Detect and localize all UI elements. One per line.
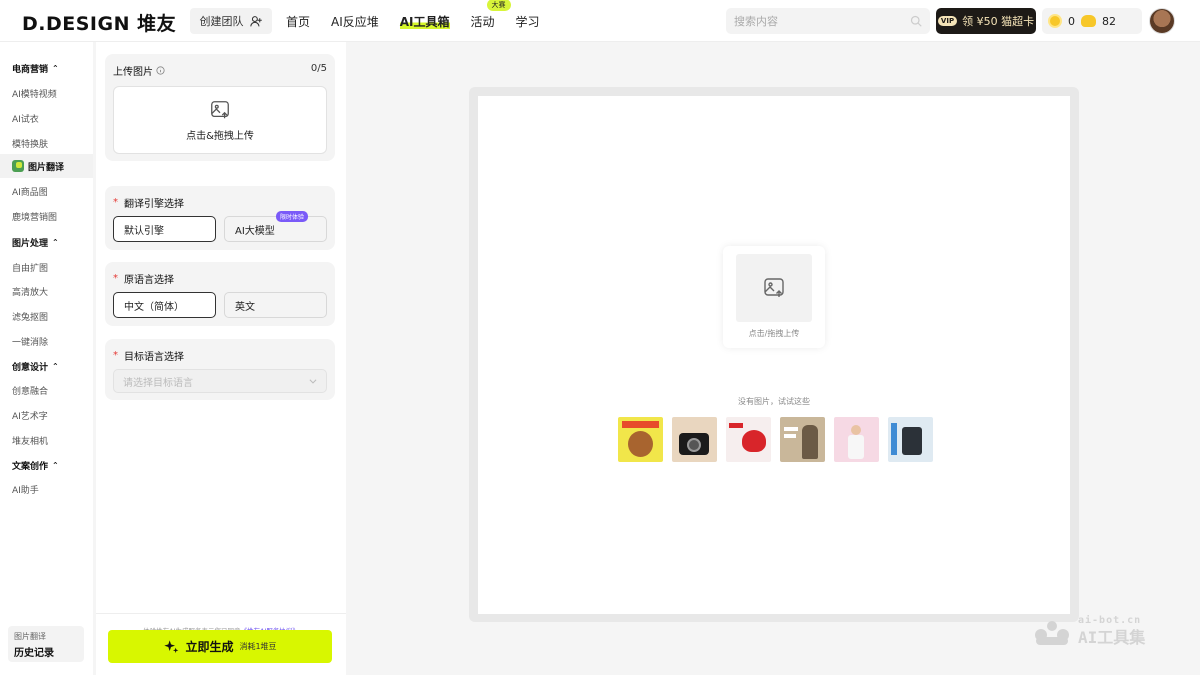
limited-trial-badge: 限时体验 xyxy=(275,211,308,222)
engine-ai-option[interactable]: AI大模型 限时体验 xyxy=(224,211,327,242)
upload-card: 上传图片 0/5 点击&拖拽上传 xyxy=(105,54,335,161)
sidebar-item-ai-model-video[interactable]: AI模特视频 xyxy=(12,87,57,100)
sidebar-item-fusion[interactable]: 创意融合 xyxy=(12,384,48,397)
search-icon[interactable] xyxy=(910,15,922,27)
chevron-up-icon: ⌃ xyxy=(52,362,59,371)
vip-coupon-label: 领 ¥50 猫超卡 xyxy=(962,15,1035,28)
balance-widget[interactable]: 0 82 xyxy=(1042,8,1142,34)
target-language-title: * 目标语言选择 xyxy=(113,350,184,363)
sample-thumbnails xyxy=(618,417,933,462)
upload-dropzone[interactable]: 点击&拖拽上传 xyxy=(113,86,327,154)
engine-card: * 翻译引擎选择 默认引擎 AI大模型 限时体验 xyxy=(105,186,335,250)
chevron-up-icon: ⌃ xyxy=(52,64,59,73)
sample-teddy-bear[interactable] xyxy=(618,417,663,462)
search-placeholder: 搜索内容 xyxy=(734,15,778,28)
sample-camera[interactable] xyxy=(672,417,717,462)
source-en-option[interactable]: 英文 xyxy=(224,292,327,318)
generate-cost: 消耗1堆豆 xyxy=(239,642,277,651)
sidebar-item-art-text[interactable]: AI艺术字 xyxy=(12,409,48,422)
sample-helmet[interactable] xyxy=(726,417,771,462)
sidebar: 电商营销 ⌃ AI模特视频 AI试衣 模特换肤 图片翻译 AI商品图 鹿境营销图 … xyxy=(0,42,93,675)
sidebar-item-image-translate[interactable]: 图片翻译 xyxy=(0,154,93,178)
coin-count: 0 xyxy=(1068,14,1075,28)
translate-icon xyxy=(12,160,24,172)
try-samples-label: 没有图片，试试这些 xyxy=(738,397,810,406)
create-team-button[interactable]: 创建团队 xyxy=(190,8,272,34)
sample-fashion[interactable] xyxy=(834,417,879,462)
vip-coupon-button[interactable]: VIP 领 ¥50 猫超卡 xyxy=(936,8,1036,34)
generate-button[interactable]: 立即生成 消耗1堆豆 xyxy=(108,630,332,663)
sidebar-item-marketing[interactable]: 鹿境营销图 xyxy=(12,210,57,223)
canvas-frame: 点击/拖拽上传 没有图片，试试这些 xyxy=(469,87,1079,622)
top-header: D.DESIGN 堆友 创建团队 首页 AI反应堆 AI工具箱 活动 大赛 学习 … xyxy=(0,0,1200,42)
sample-sale[interactable] xyxy=(888,417,933,462)
nav-learn[interactable]: 学习 xyxy=(516,13,540,30)
target-language-card: * 目标语言选择 请选择目标语言 xyxy=(105,339,335,400)
generate-label: 立即生成 xyxy=(185,640,234,654)
user-avatar[interactable] xyxy=(1149,8,1175,34)
sidebar-item-ai-tryon[interactable]: AI试衣 xyxy=(12,112,39,125)
sidebar-item-expand[interactable]: 自由扩图 xyxy=(12,261,48,274)
sidebar-item-upscale[interactable]: 高清放大 xyxy=(12,285,48,298)
history-button[interactable]: 图片翻译 历史记录 xyxy=(8,626,84,662)
source-language-card: * 原语言选择 中文（简体） 英文 xyxy=(105,262,335,326)
history-title: 历史记录 xyxy=(14,648,54,659)
bean-count: 82 xyxy=(1102,14,1116,28)
sidebar-group-copywriting[interactable]: 文案创作 ⌃ xyxy=(12,459,59,472)
main-nav: 首页 AI反应堆 AI工具箱 活动 大赛 学习 xyxy=(286,0,561,42)
canvas-area: 点击/拖拽上传 没有图片，试试这些 xyxy=(478,96,1070,614)
canvas-upload-dropzone[interactable]: 点击/拖拽上传 xyxy=(723,246,825,348)
coin-icon xyxy=(1048,14,1062,28)
chevron-up-icon: ⌃ xyxy=(52,461,59,470)
sidebar-item-ai-product[interactable]: AI商品图 xyxy=(12,185,48,198)
sparkle-icon xyxy=(164,639,179,653)
canvas-upload-placeholder xyxy=(736,254,812,322)
search-input[interactable]: 搜索内容 xyxy=(726,8,930,34)
watermark-logo-icon xyxy=(1035,621,1069,645)
target-language-select[interactable]: 请选择目标语言 xyxy=(113,369,327,393)
sidebar-group-ecommerce[interactable]: 电商营销 ⌃ xyxy=(12,62,59,75)
source-zh-option[interactable]: 中文（简体） xyxy=(113,292,216,318)
nav-activity[interactable]: 活动 大赛 xyxy=(471,0,511,30)
create-team-label: 创建团队 xyxy=(199,15,244,28)
engine-default-option[interactable]: 默认引擎 xyxy=(113,216,216,242)
upload-dropzone-label: 点击&拖拽上传 xyxy=(186,130,254,142)
history-subtitle: 图片翻译 xyxy=(14,632,46,641)
sidebar-item-model-skin[interactable]: 模特换肤 xyxy=(12,137,48,150)
upload-count: 0/5 xyxy=(310,63,327,74)
sample-spring-sale[interactable] xyxy=(780,417,825,462)
bean-icon xyxy=(1081,15,1096,27)
settings-panel: 上传图片 0/5 点击&拖拽上传 * 翻译引擎选择 默认引擎 AI大模型 限时体验… xyxy=(96,42,346,675)
nav-ai-toolbox[interactable]: AI工具箱 xyxy=(399,13,450,30)
upload-title: 上传图片 xyxy=(113,63,165,78)
info-icon[interactable] xyxy=(156,66,165,75)
nav-home[interactable]: 首页 xyxy=(286,13,310,30)
watermark-title: AI工具集 xyxy=(1078,628,1146,647)
nav-ai-reactor[interactable]: AI反应堆 xyxy=(331,13,379,30)
sidebar-item-erase[interactable]: 一键消除 xyxy=(12,335,48,348)
logo[interactable]: D.DESIGN 堆友 xyxy=(22,9,176,36)
engine-title: * 翻译引擎选择 xyxy=(113,197,184,210)
sidebar-group-creative[interactable]: 创意设计 ⌃ xyxy=(12,360,59,373)
vip-icon: VIP xyxy=(937,16,958,26)
contest-badge: 大赛 xyxy=(486,0,511,11)
watermark: ai-bot.cn AI工具集 xyxy=(1032,615,1145,648)
sidebar-group-image[interactable]: 图片处理 ⌃ xyxy=(12,236,59,249)
chevron-up-icon: ⌃ xyxy=(52,238,59,247)
canvas-upload-label: 点击/拖拽上传 xyxy=(748,329,800,338)
sidebar-item-camera[interactable]: 堆友相机 xyxy=(12,434,48,447)
sidebar-item-cutout[interactable]: 滤兔抠图 xyxy=(12,310,48,323)
image-upload-icon xyxy=(764,278,784,297)
chevron-down-icon xyxy=(309,379,317,384)
image-upload-icon xyxy=(211,100,229,118)
sidebar-item-ai-assistant[interactable]: AI助手 xyxy=(12,483,39,496)
add-user-icon xyxy=(249,15,262,26)
source-language-title: * 原语言选择 xyxy=(113,273,174,286)
